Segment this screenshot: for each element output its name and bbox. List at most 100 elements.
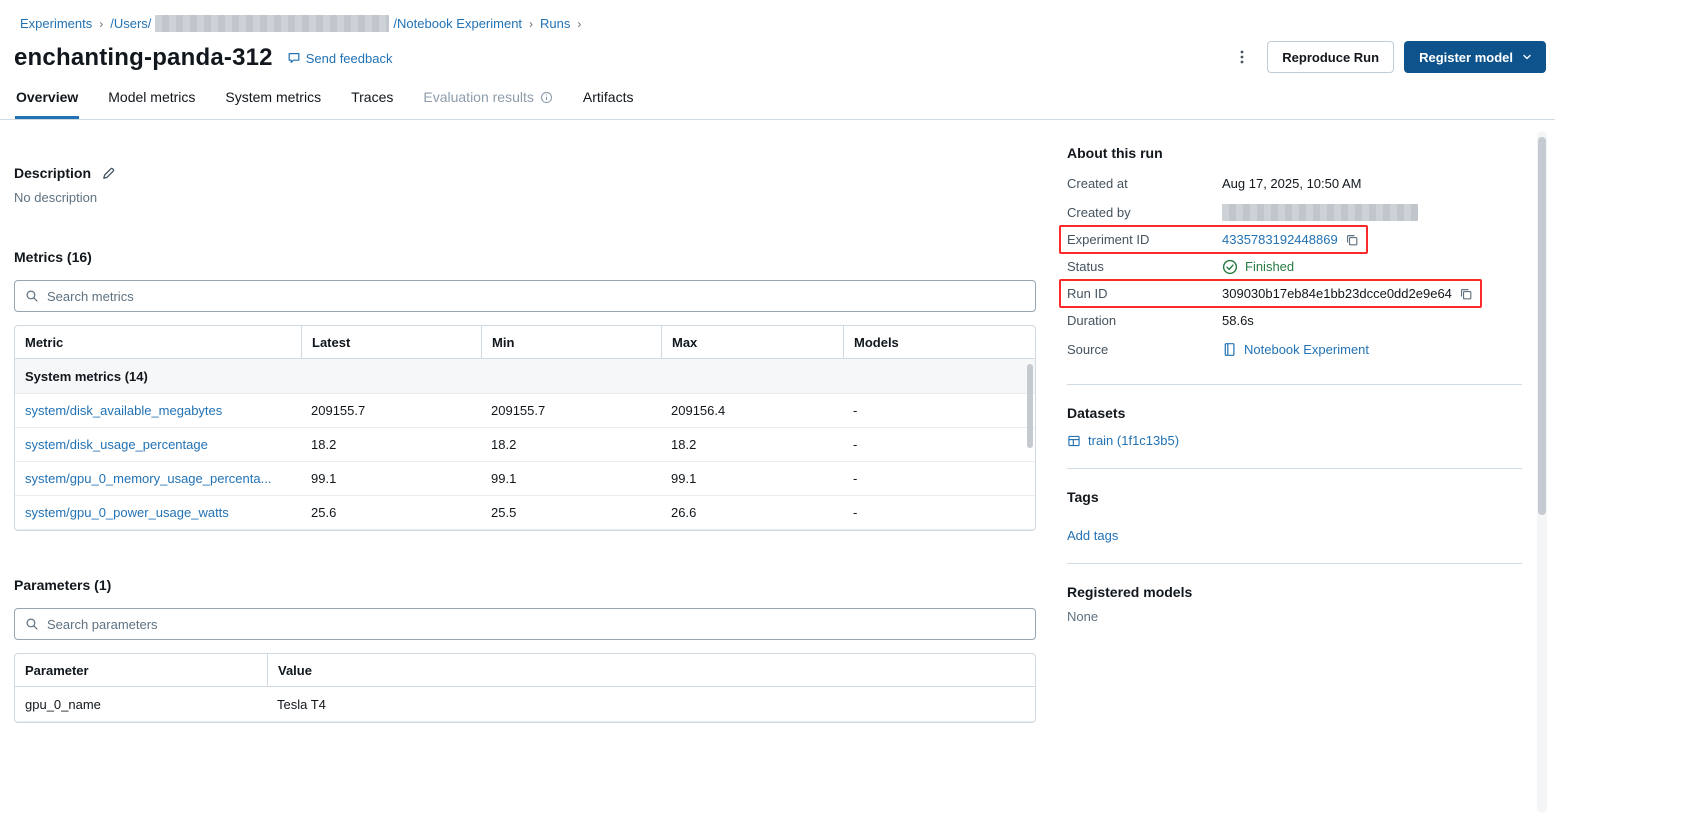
metrics-table-scrollbar[interactable] [1027, 364, 1033, 448]
column-header-models[interactable]: Models [843, 326, 1035, 358]
info-icon [540, 91, 553, 104]
metric-latest: 99.1 [311, 471, 337, 486]
run-id-value: 309030b17eb84e1bb23dcce0dd2e9e64 [1222, 286, 1452, 301]
sidebar-divider [1067, 384, 1522, 385]
breadcrumb-experiment-path[interactable]: /Users/ /Notebook Experiment [110, 15, 522, 32]
column-header-latest[interactable]: Latest [301, 326, 481, 358]
metric-max: 26.6 [671, 505, 697, 520]
main-content: Description No description Metrics (16) [0, 120, 1696, 723]
feedback-bubble-icon [287, 51, 301, 65]
status-row: Status Finished [1067, 252, 1522, 281]
dataset-train-link[interactable]: train (1f1c13b5) [1088, 433, 1179, 448]
chevron-down-icon [1521, 51, 1533, 63]
column-header-max[interactable]: Max [661, 326, 843, 358]
metric-link[interactable]: system/disk_available_megabytes [25, 403, 222, 418]
duration-row: Duration 58.6s [1067, 306, 1522, 335]
parameter-name: gpu_0_name [25, 696, 101, 712]
metric-link[interactable]: system/gpu_0_power_usage_watts [25, 505, 229, 520]
overview-panel: Description No description Metrics (16) [14, 165, 1036, 723]
duration-label: Duration [1067, 313, 1117, 328]
column-header-metric[interactable]: Metric [15, 326, 301, 358]
metric-link[interactable]: system/disk_usage_percentage [25, 437, 208, 452]
metrics-search-input[interactable] [47, 288, 1025, 304]
metrics-table-header: Metric Latest Min Max Models [15, 326, 1035, 359]
add-tags-link[interactable]: Add tags [1067, 528, 1118, 543]
tab-overview[interactable]: Overview [15, 89, 80, 119]
metric-link[interactable]: system/gpu_0_memory_usage_percenta... [25, 471, 271, 486]
parameters-table-header: Parameter Value [15, 654, 1035, 687]
register-model-label: Register model [1419, 49, 1513, 65]
metric-latest: 209155.7 [311, 403, 366, 418]
datasets-title: Datasets [1067, 405, 1126, 421]
column-header-min[interactable]: Min [481, 326, 661, 358]
page-scrollbar-thumb[interactable] [1538, 137, 1546, 515]
metric-models: - [853, 403, 858, 418]
tab-model-metrics[interactable]: Model metrics [107, 89, 196, 119]
copy-experiment-id-icon[interactable] [1345, 233, 1359, 247]
metric-row: system/gpu_0_memory_usage_percenta... 99… [15, 462, 1035, 496]
metric-max: 209156.4 [671, 403, 726, 418]
tags-title: Tags [1067, 489, 1099, 505]
dataset-item: train (1f1c13b5) [1067, 433, 1522, 448]
created-by-label: Created by [1067, 205, 1131, 220]
parameter-value: Tesla T4 [277, 696, 326, 712]
created-at-value: Aug 17, 2025, 10:50 AM [1222, 176, 1362, 191]
parameters-table: Parameter Value gpu_0_name Tesla T4 [14, 653, 1036, 723]
parameters-section: Parameters (1) Parameter Value gpu_0_nam… [14, 577, 1036, 723]
experiment-id-link[interactable]: 4335783192448869 [1222, 232, 1338, 247]
breadcrumb-separator: › [529, 16, 534, 31]
search-icon [25, 617, 39, 631]
metrics-table: Metric Latest Min Max Models System metr… [14, 325, 1036, 531]
parameter-row: gpu_0_name Tesla T4 [15, 687, 1035, 722]
status-finished-icon [1222, 259, 1238, 275]
metric-min: 18.2 [491, 437, 517, 452]
search-icon [25, 289, 39, 303]
description-empty-text: No description [14, 190, 98, 205]
source-label: Source [1067, 342, 1109, 357]
tab-traces[interactable]: Traces [350, 89, 394, 119]
parameters-search-box [14, 608, 1036, 640]
about-this-run-title: About this run [1067, 145, 1163, 161]
description-section-title: Description [14, 165, 1036, 181]
registered-models-title: Registered models [1067, 584, 1193, 600]
metrics-section-title: Metrics (16) [14, 249, 92, 265]
send-feedback-link[interactable]: Send feedback [287, 51, 392, 66]
metrics-group-header: System metrics (14) [15, 359, 1035, 394]
created-at-row: Created at Aug 17, 2025, 10:50 AM [1067, 169, 1522, 198]
column-header-parameter[interactable]: Parameter [15, 654, 267, 686]
copy-run-id-icon[interactable] [1459, 287, 1473, 301]
metric-models: - [853, 505, 858, 520]
metrics-search-box [14, 280, 1036, 312]
header-actions: Reproduce Run Register model [1227, 41, 1546, 73]
tab-system-metrics[interactable]: System metrics [224, 89, 322, 119]
metrics-section: Metrics (16) Metric Latest Min Max Model… [14, 249, 1036, 531]
breadcrumb-runs[interactable]: Runs [540, 16, 570, 31]
page-scrollbar-track[interactable] [1537, 131, 1547, 813]
tab-evaluation-results: Evaluation results [422, 89, 554, 119]
edit-description-button[interactable] [101, 166, 116, 181]
run-id-label: Run ID [1067, 286, 1108, 301]
run-details-sidebar: About this run Created at Aug 17, 2025, … [1059, 145, 1522, 624]
parameters-search-input[interactable] [47, 616, 1025, 632]
breadcrumb-users-prefix: /Users/ [110, 16, 152, 31]
tab-evaluation-results-label: Evaluation results [423, 89, 534, 105]
reproduce-run-button[interactable]: Reproduce Run [1267, 41, 1395, 73]
redacted-username-block [155, 15, 390, 32]
source-link[interactable]: Notebook Experiment [1244, 342, 1369, 357]
breadcrumb-separator: › [577, 16, 582, 31]
tab-artifacts[interactable]: Artifacts [582, 89, 635, 119]
breadcrumb-experiments[interactable]: Experiments [20, 16, 92, 31]
register-model-button[interactable]: Register model [1404, 41, 1546, 73]
description-title-label: Description [14, 165, 92, 181]
metric-min: 99.1 [491, 471, 517, 486]
column-header-value[interactable]: Value [267, 654, 1035, 686]
metric-row: system/disk_usage_percentage 18.2 18.2 1… [15, 428, 1035, 462]
source-row: Source Notebook Experiment [1067, 335, 1522, 364]
registered-models-none: None [1067, 609, 1099, 624]
breadcrumb-experiment-name: /Notebook Experiment [393, 16, 523, 31]
redacted-creator-block [1222, 204, 1418, 221]
metric-row: system/gpu_0_power_usage_watts 25.6 25.5… [15, 496, 1035, 530]
metric-max: 99.1 [671, 471, 697, 486]
overflow-menu-button[interactable] [1227, 42, 1257, 72]
sidebar-divider [1067, 563, 1522, 564]
